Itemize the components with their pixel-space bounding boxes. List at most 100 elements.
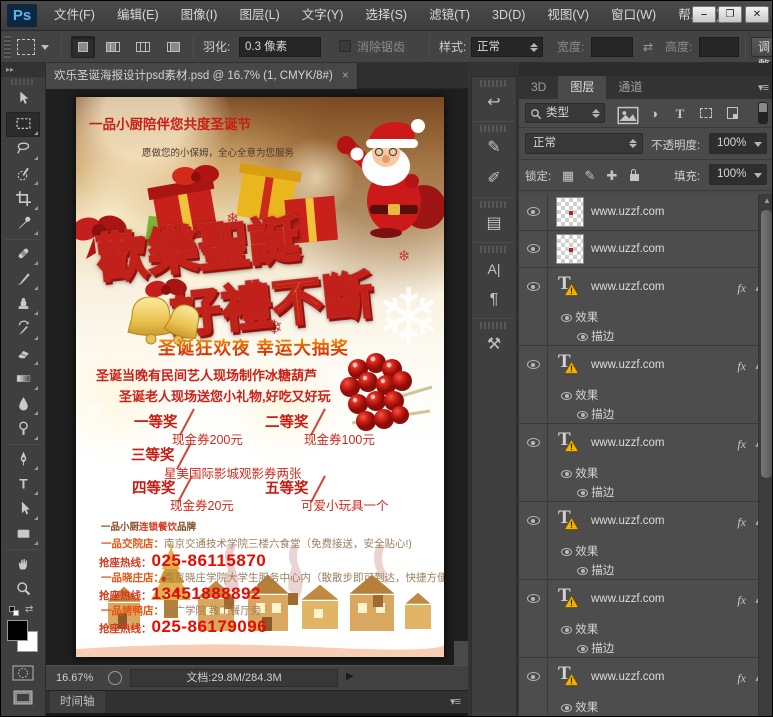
opacity-dropdown[interactable]: 100% [709,133,767,154]
layer-name[interactable]: www.uzzf.com [591,243,665,255]
layers-panel-menu-icon[interactable]: ▾≡ [758,81,769,94]
text-layer-badge[interactable]: T! [556,350,582,376]
tab-3d[interactable]: 3D [519,76,558,99]
tool-presets-panel-icon[interactable]: ⚒ [475,330,513,360]
eye-icon[interactable] [526,282,540,291]
filter-adjustment-layers-icon[interactable]: ◑ [643,104,665,123]
dock-gripper[interactable] [480,125,508,132]
timeline-tab[interactable]: 时间轴 [50,691,105,714]
intersect-selection-button[interactable] [161,36,185,58]
history-panel-icon[interactable]: ↩ [475,88,513,118]
tool-preset-dropdown-arrow[interactable] [41,45,49,50]
status-flyout-arrow[interactable]: ▶ [346,671,354,682]
menu-layer[interactable]: 图层(L) [228,1,290,30]
visibility-cell[interactable] [519,580,548,657]
dock-gripper[interactable] [480,246,508,253]
subtract-from-selection-button[interactable] [131,36,155,58]
effects-row[interactable]: 效果 [561,387,598,403]
text-layer-badge[interactable]: T! [556,272,582,298]
character-panel-icon[interactable]: A| [475,254,513,284]
fx-badge[interactable]: fx [737,359,746,374]
text-layer-badge[interactable]: T! [556,506,582,532]
window-minimize-button[interactable]: – [692,6,716,23]
text-layer-badge[interactable]: T! [556,584,582,610]
eye-icon[interactable] [561,392,572,400]
rectangle-shape-tool[interactable] [6,522,40,547]
layer-name[interactable]: www.uzzf.com [591,281,665,293]
dodge-tool[interactable] [6,417,40,442]
filter-shape-layers-icon[interactable] [695,104,717,123]
scrollbar-thumb[interactable] [761,210,772,478]
style-dropdown[interactable]: 正常 [471,37,543,57]
layer-name[interactable]: www.uzzf.com [591,206,665,218]
quick-selection-tool[interactable] [6,162,40,187]
layer-name[interactable]: www.uzzf.com [591,593,665,605]
menu-3d[interactable]: 3D(D) [481,1,536,30]
fx-badge[interactable]: fx [737,515,746,530]
eye-icon[interactable] [526,438,540,447]
eye-icon[interactable] [561,470,572,478]
pen-tool[interactable] [6,447,40,472]
brush-tool[interactable] [6,267,40,292]
tab-channels[interactable]: 通道 [606,76,654,99]
path-selection-tool[interactable] [6,497,40,522]
eraser-tool[interactable] [6,342,40,367]
zoom-tool[interactable] [6,577,40,602]
document-size-field[interactable]: 文档:29.8M/284.3M [130,669,338,687]
quick-mask-button[interactable] [6,662,40,687]
stroke-effect-row[interactable]: 描边 [577,406,614,422]
menu-edit[interactable]: 编辑(E) [106,1,170,30]
eye-icon[interactable] [577,489,588,497]
foreground-color-swatch[interactable] [7,620,28,641]
layer-name[interactable]: www.uzzf.com [591,671,665,683]
document-tab[interactable]: 欢乐圣诞海报设计psd素材.psd @ 16.7% (1, CMYK/8#) × [46,63,358,89]
layer-row[interactable]: www.uzzf.com [519,231,772,268]
brush-panel-icon[interactable]: ✐ [475,164,513,194]
visibility-cell[interactable] [519,658,548,716]
eye-icon[interactable] [561,314,572,322]
options-gripper[interactable] [4,36,11,58]
scroll-up-button[interactable]: ▲ [759,194,772,208]
dock-gripper[interactable] [480,201,508,208]
text-layer-row[interactable]: T! www.uzzf.com fx ▴ 效果 描边 [519,346,772,424]
layer-thumbnail[interactable] [556,197,584,227]
menu-select[interactable]: 选择(S) [354,1,418,30]
lasso-tool[interactable] [6,137,40,162]
eye-icon[interactable] [577,411,588,419]
swap-colors-icon[interactable]: ⇄ [25,604,33,615]
stroke-effect-row[interactable]: 描边 [577,640,614,656]
text-layer-row[interactable]: T! www.uzzf.com fx ▴ 效果 描边 [519,502,772,580]
feather-input[interactable]: 0.3 像素 [239,37,321,57]
width-input[interactable] [591,37,633,57]
blur-tool[interactable] [6,392,40,417]
eye-icon[interactable] [526,594,540,603]
stroke-effect-row[interactable]: 描边 [577,562,614,578]
visibility-cell[interactable] [519,231,548,267]
eye-icon[interactable] [526,516,540,525]
clone-stamp-tool[interactable] [6,292,40,317]
text-layer-row[interactable]: T! www.uzzf.com fx ▴ 效果 描边 [519,424,772,502]
toolbar-gripper[interactable] [11,79,35,85]
effects-row[interactable]: 效果 [561,699,598,715]
layer-name[interactable]: www.uzzf.com [591,359,665,371]
new-selection-button[interactable] [71,36,95,58]
visibility-cell[interactable] [519,268,548,345]
effects-row[interactable]: 效果 [561,309,598,325]
eye-icon[interactable] [526,672,540,681]
tab-layers[interactable]: 图层 [558,76,607,99]
blend-mode-dropdown[interactable]: 正常 [525,133,643,154]
screen-mode-button[interactable] [6,687,40,712]
menu-image[interactable]: 图像(I) [170,1,229,30]
eye-icon[interactable] [577,645,588,653]
fx-badge[interactable]: fx [737,281,746,296]
fx-badge[interactable]: fx [737,593,746,608]
effects-row[interactable]: 效果 [561,543,598,559]
visibility-cell[interactable] [519,502,548,579]
layer-thumbnail[interactable] [556,234,584,264]
eye-icon[interactable] [561,704,572,712]
visibility-cell[interactable] [519,194,548,230]
effects-row[interactable]: 效果 [561,465,598,481]
spot-healing-brush-tool[interactable] [6,242,40,267]
gradient-tool[interactable] [6,367,40,392]
hand-tool[interactable] [6,552,40,577]
